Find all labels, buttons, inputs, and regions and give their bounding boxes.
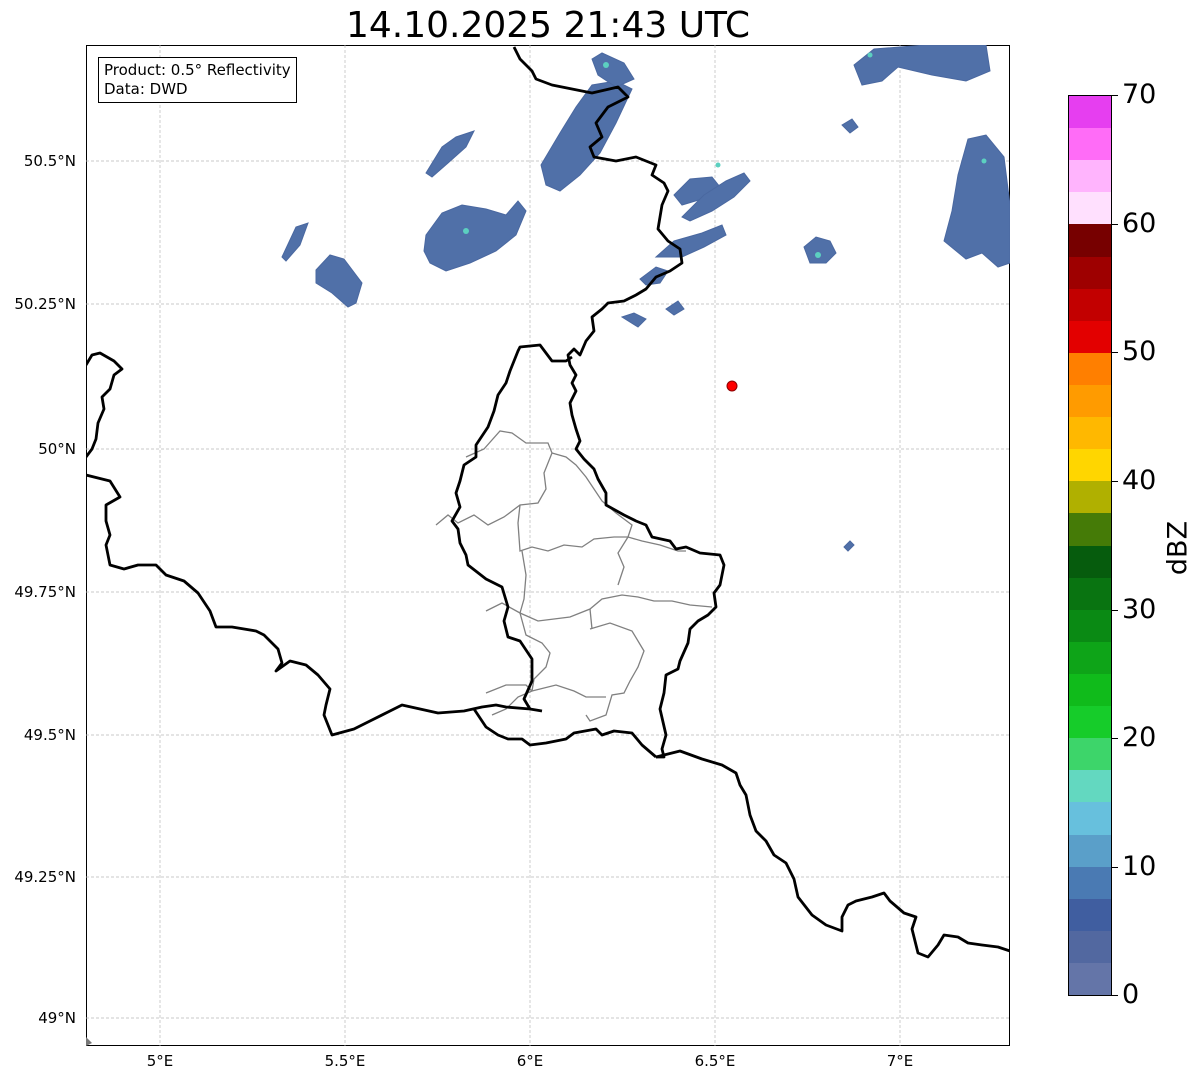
colorbar-tick-label: 60 <box>1122 208 1157 239</box>
echo-central-west <box>423 200 527 272</box>
y-tick-label: 50.25°N <box>14 295 76 313</box>
border-belgium-lux-germany <box>512 46 726 759</box>
colorbar-tick <box>1112 995 1118 996</box>
colorbar-segment <box>1069 706 1111 739</box>
border-belgium-north <box>86 351 124 458</box>
colorbar-segment <box>1069 962 1111 996</box>
echo-small-patch-4 <box>665 300 685 316</box>
y-tick-label: 49.75°N <box>14 583 76 601</box>
colorbar-segment <box>1069 738 1111 771</box>
colorbar-segment <box>1069 513 1111 546</box>
colorbar-segment <box>1069 128 1111 161</box>
y-tick-label: 49°N <box>38 1009 76 1027</box>
echo-small-patch-3 <box>639 266 669 286</box>
colorbar-tick-label: 70 <box>1122 79 1157 110</box>
colorbar-segment <box>1069 288 1111 321</box>
colorbar-segment <box>1069 256 1111 289</box>
colorbar <box>1068 95 1112 996</box>
colorbar-tick <box>1112 610 1118 611</box>
echo-small-east <box>841 118 859 134</box>
colorbar-segment <box>1069 930 1111 963</box>
colorbar-tick <box>1112 224 1118 225</box>
colorbar-tick <box>1112 95 1118 96</box>
colorbar-segment <box>1069 770 1111 803</box>
y-tick-label: 50°N <box>38 440 76 458</box>
echo-north-top <box>591 52 635 88</box>
echo-northeast-top <box>853 45 991 86</box>
x-tick-label: 6°E <box>516 1052 544 1070</box>
precipitation-highlights <box>463 52 987 258</box>
colorbar-segment <box>1069 96 1111 129</box>
precipitation-echoes <box>281 45 1010 552</box>
colorbar-tick-label: 30 <box>1122 594 1157 625</box>
colorbar-segment <box>1069 449 1111 482</box>
radar-map[interactable] <box>86 45 1010 1046</box>
colorbar-segment <box>1069 641 1111 674</box>
colorbar-tick-label: 20 <box>1122 722 1157 753</box>
colorbar-segment <box>1069 898 1111 931</box>
colorbar-tick <box>1112 867 1118 868</box>
colorbar-segment <box>1069 609 1111 642</box>
colorbar-segment <box>1069 866 1111 899</box>
x-tick-label: 7°E <box>886 1052 914 1070</box>
border-france <box>86 473 543 737</box>
border-lux-south <box>472 708 657 759</box>
echo-small-patch-2 <box>620 312 647 328</box>
luxembourg-cantons <box>435 430 713 722</box>
colorbar-tick <box>1112 352 1118 353</box>
colorbar-segment <box>1069 160 1111 193</box>
echo-streak-west <box>425 130 475 178</box>
south-corner-mark <box>86 1037 92 1046</box>
colorbar-segment <box>1069 192 1111 225</box>
x-tick-label: 5°E <box>146 1052 174 1070</box>
colorbar-segment <box>1069 834 1111 867</box>
y-tick-label: 49.5°N <box>23 726 76 744</box>
y-tick-label: 50.5°N <box>23 152 76 170</box>
echo-tiny-south <box>843 540 855 552</box>
border-luxembourg-west <box>450 343 573 710</box>
colorbar-segment <box>1069 577 1111 610</box>
colorbar-segment <box>1069 545 1111 578</box>
y-tick-label: 49.25°N <box>14 868 76 886</box>
colorbar-segment <box>1069 417 1111 450</box>
colorbar-tick-label: 50 <box>1122 336 1157 367</box>
x-tick-label: 6.5°E <box>694 1052 736 1070</box>
echo-east-cell <box>803 236 837 264</box>
colorbar-segment <box>1069 352 1111 385</box>
colorbar-segment <box>1069 481 1111 514</box>
colorbar-segment <box>1069 224 1111 257</box>
colorbar-segment <box>1069 802 1111 835</box>
border-france-germany <box>655 749 1010 959</box>
colorbar-tick-label: 40 <box>1122 465 1157 496</box>
echo-northwest-small <box>281 222 309 262</box>
colorbar-segment <box>1069 673 1111 707</box>
echo-north-central <box>540 80 633 192</box>
colorbar-segment <box>1069 320 1111 353</box>
colorbar-segment <box>1069 384 1111 418</box>
data-source-label: Data: DWD <box>104 80 188 98</box>
echo-east-edge <box>943 134 1010 268</box>
map-title: 14.10.2025 21:43 UTC <box>345 5 751 46</box>
product-label: Product: 0.5° Reflectivity <box>104 61 291 79</box>
colorbar-tick-label: 0 <box>1122 979 1140 1010</box>
colorbar-tick-label: 10 <box>1122 851 1157 882</box>
colorbar-unit-label: dBZ <box>1162 520 1194 576</box>
colorbar-tick <box>1112 738 1118 739</box>
echo-west-cell <box>315 254 363 308</box>
x-tick-label: 5.5°E <box>324 1052 366 1070</box>
product-info-box: Product: 0.5° Reflectivity Data: DWD <box>98 57 297 103</box>
colorbar-tick <box>1112 481 1118 482</box>
radar-site-marker[interactable] <box>726 380 738 392</box>
